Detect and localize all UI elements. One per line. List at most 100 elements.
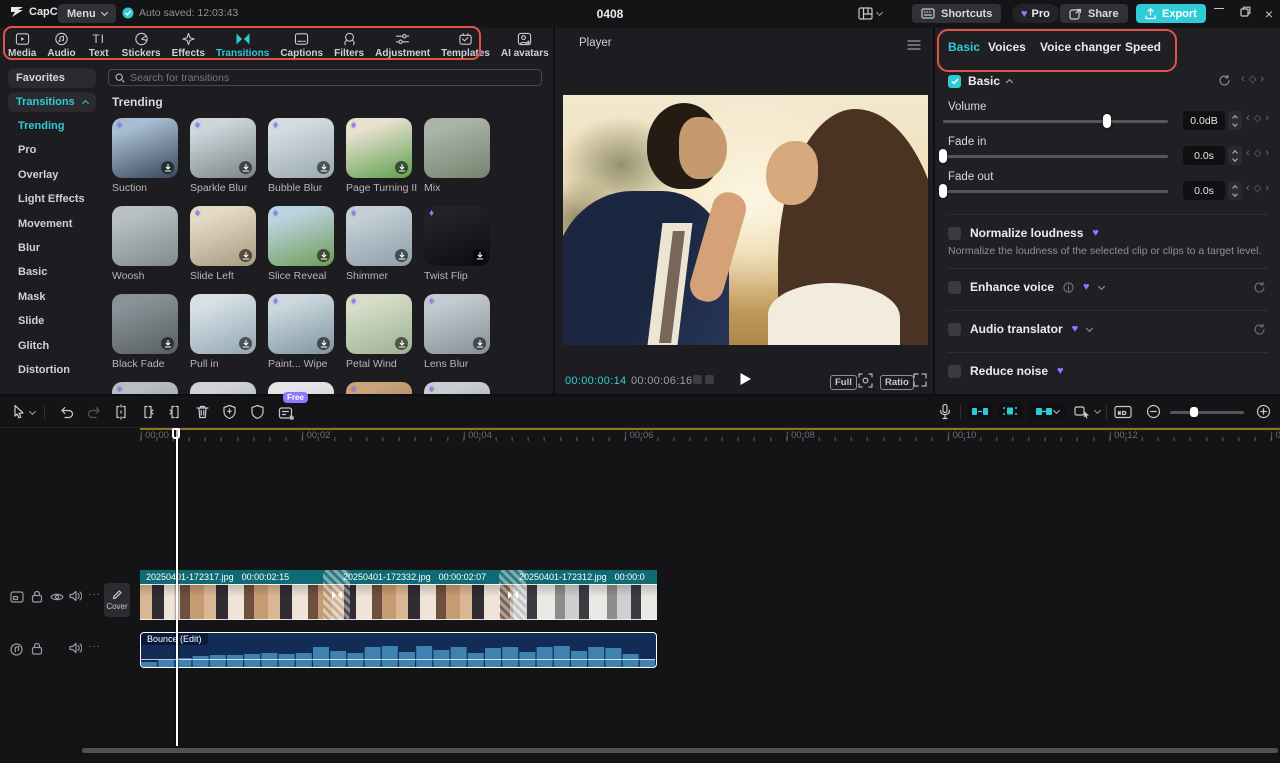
tab-stickers[interactable]: Stickers — [122, 32, 161, 59]
undo-button[interactable] — [59, 404, 75, 420]
video-clip-1[interactable]: 20250401-172317.jpg 00:00:02:15 — [140, 570, 337, 584]
player-menu-icon[interactable] — [907, 40, 921, 50]
fade-in-slider[interactable] — [943, 155, 1168, 158]
sidebar-item-movement[interactable]: Movement — [18, 218, 72, 230]
fade-out-value[interactable]: 0.0s — [1183, 181, 1225, 200]
sidebar-item-slide[interactable]: Slide — [18, 315, 44, 327]
transition-tile[interactable]: ♦ Twist Flip — [424, 206, 490, 266]
fade-in-slider-thumb[interactable] — [939, 149, 947, 163]
transition-tile[interactable]: ♦ Petal Wind — [346, 294, 412, 354]
fade-in-keyframe-controls[interactable]: ‹◇› — [1246, 147, 1269, 159]
lock-icon[interactable] — [31, 590, 43, 603]
fade-out-stepper[interactable] — [1228, 181, 1242, 200]
close-button[interactable]: × — [1260, 6, 1278, 22]
track-more-button[interactable]: ··· — [88, 589, 101, 600]
transition-tile[interactable]: ♦ Suction — [112, 118, 178, 178]
share-button[interactable]: Share — [1060, 4, 1128, 23]
transition-tile[interactable]: ♦ — [112, 382, 178, 394]
basic-keyframe-controls[interactable]: ‹◇› — [1241, 73, 1264, 85]
basic-reset-button[interactable] — [1218, 74, 1231, 87]
sidebar-item-blur[interactable]: Blur — [18, 242, 40, 254]
collapse-icon[interactable] — [1006, 78, 1013, 85]
sidebar-item-pro[interactable]: Pro — [18, 144, 36, 156]
tab-adjustment[interactable]: Adjustment — [375, 32, 430, 59]
preview-quality-button[interactable] — [1114, 405, 1132, 419]
video-clip-3[interactable]: 20250401-172312.jpg 00:00:0 — [513, 570, 657, 584]
audio-translator-reset[interactable] — [1253, 323, 1266, 336]
fade-in-value[interactable]: 0.0s — [1183, 146, 1225, 165]
playhead-line[interactable] — [176, 428, 178, 746]
transition-tile[interactable]: ♦ Bubble Blur — [268, 118, 334, 178]
transition-tile[interactable]: ♦ Sparkle Blur — [190, 118, 256, 178]
basic-checkbox[interactable] — [948, 75, 961, 88]
download-icon[interactable] — [239, 249, 252, 262]
download-icon[interactable] — [317, 337, 330, 350]
lock-icon[interactable] — [31, 642, 43, 655]
fade-in-stepper[interactable] — [1228, 146, 1242, 165]
search-bar[interactable] — [108, 69, 542, 86]
search-input[interactable] — [130, 72, 535, 84]
transition-tile[interactable]: ♦ — [190, 382, 256, 394]
maximize-button[interactable] — [1236, 6, 1254, 17]
transition-tile[interactable]: ♦ Shimmer — [346, 206, 412, 266]
timeline-zoom-slider[interactable] — [1170, 411, 1244, 414]
video-clip-2[interactable]: 20250401-172332.jpg 00:00:02:07 — [337, 570, 513, 584]
enhance-voice-checkbox[interactable] — [948, 281, 961, 294]
timeline-ruler[interactable]: | 00:00| 00:02| 00:04| 00:06| 00:08| 00:… — [0, 428, 1280, 448]
record-voiceover-button[interactable] — [938, 403, 952, 420]
transition-tile[interactable]: ♦ Page Turning II — [346, 118, 412, 178]
tab-captions[interactable]: Captions — [280, 32, 323, 59]
preview-transition-toggle[interactable] — [998, 402, 1022, 420]
full-button[interactable]: Full — [830, 375, 857, 390]
tab-filters[interactable]: Filters — [334, 32, 364, 59]
transition-tile[interactable]: ♦ — [424, 382, 490, 394]
filmstrip[interactable] — [513, 584, 657, 620]
transition-tile[interactable]: ♦ Lens Blur — [424, 294, 490, 354]
reduce-noise-checkbox[interactable] — [948, 365, 961, 378]
tab-transitions[interactable]: Transitions — [216, 32, 269, 59]
download-icon[interactable] — [395, 249, 408, 262]
sidebar-item-basic[interactable]: Basic — [18, 266, 47, 278]
download-icon[interactable] — [239, 337, 252, 350]
mute-track-icon[interactable] — [69, 590, 82, 602]
track-more-button[interactable]: ··· — [88, 641, 101, 652]
timeline-horizontal-scrollbar[interactable] — [82, 748, 1278, 753]
select-clip-mode-button[interactable] — [1074, 404, 1100, 419]
zoom-out-button[interactable] — [1146, 404, 1161, 419]
transition-tile[interactable]: ♦ Slice Reveal — [268, 206, 334, 266]
frame-step-icons[interactable] — [693, 375, 714, 384]
download-icon[interactable] — [473, 337, 486, 350]
fade-out-slider[interactable] — [943, 190, 1168, 193]
linked-timeline-toggle[interactable] — [1028, 402, 1066, 420]
select-tool-button[interactable] — [12, 404, 35, 420]
volume-keyframe-controls[interactable]: ‹◇› — [1246, 112, 1269, 124]
download-icon[interactable] — [395, 161, 408, 174]
sidebar-item-mask[interactable]: Mask — [18, 291, 46, 303]
delete-left-button[interactable] — [140, 404, 156, 420]
download-icon[interactable] — [317, 249, 330, 262]
sidebar-favorites-button[interactable]: Favorites — [8, 68, 96, 88]
download-icon[interactable] — [161, 337, 174, 350]
tab-templates[interactable]: Templates — [441, 32, 490, 59]
delete-right-button[interactable] — [167, 404, 183, 420]
menu-button[interactable]: Menu — [58, 4, 116, 23]
download-icon[interactable] — [317, 161, 330, 174]
timeline-zoom-thumb[interactable] — [1190, 407, 1198, 417]
tab-ai-avatars[interactable]: AI avatars — [501, 32, 549, 59]
transition-tile[interactable]: ♦ Pull in — [190, 294, 256, 354]
delete-button[interactable] — [195, 404, 210, 420]
redo-button[interactable] — [86, 404, 102, 420]
volume-slider[interactable] — [943, 120, 1168, 123]
tab-basic[interactable]: Basic — [948, 40, 980, 54]
audio-clip[interactable]: Bounce (Edit) — [140, 632, 657, 668]
sidebar-item-overlay[interactable]: Overlay — [18, 169, 58, 181]
fade-out-slider-thumb[interactable] — [939, 184, 947, 198]
focus-preview-icon[interactable] — [858, 373, 873, 388]
hide-track-icon[interactable] — [50, 592, 64, 602]
tab-effects[interactable]: Effects — [172, 32, 205, 59]
auto-snap-toggle[interactable] — [968, 402, 992, 420]
sidebar-category-button[interactable]: Transitions — [8, 92, 96, 112]
fullscreen-icon[interactable] — [913, 373, 927, 387]
chevron-down-icon[interactable] — [1098, 282, 1105, 289]
tab-voice-changer[interactable]: Voice changer — [1040, 40, 1121, 54]
